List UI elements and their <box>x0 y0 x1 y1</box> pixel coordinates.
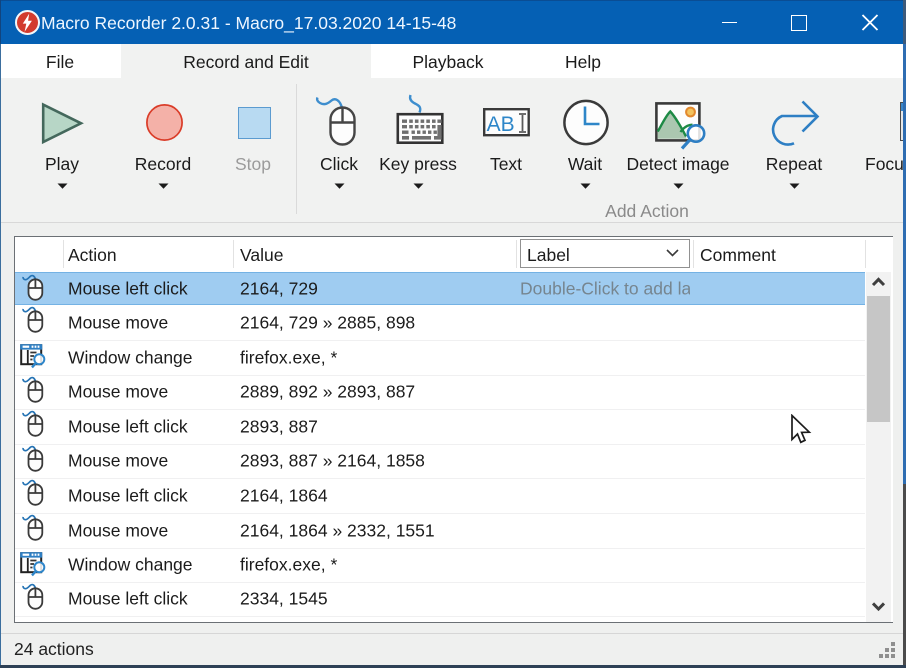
svg-text:AB: AB <box>487 113 515 136</box>
